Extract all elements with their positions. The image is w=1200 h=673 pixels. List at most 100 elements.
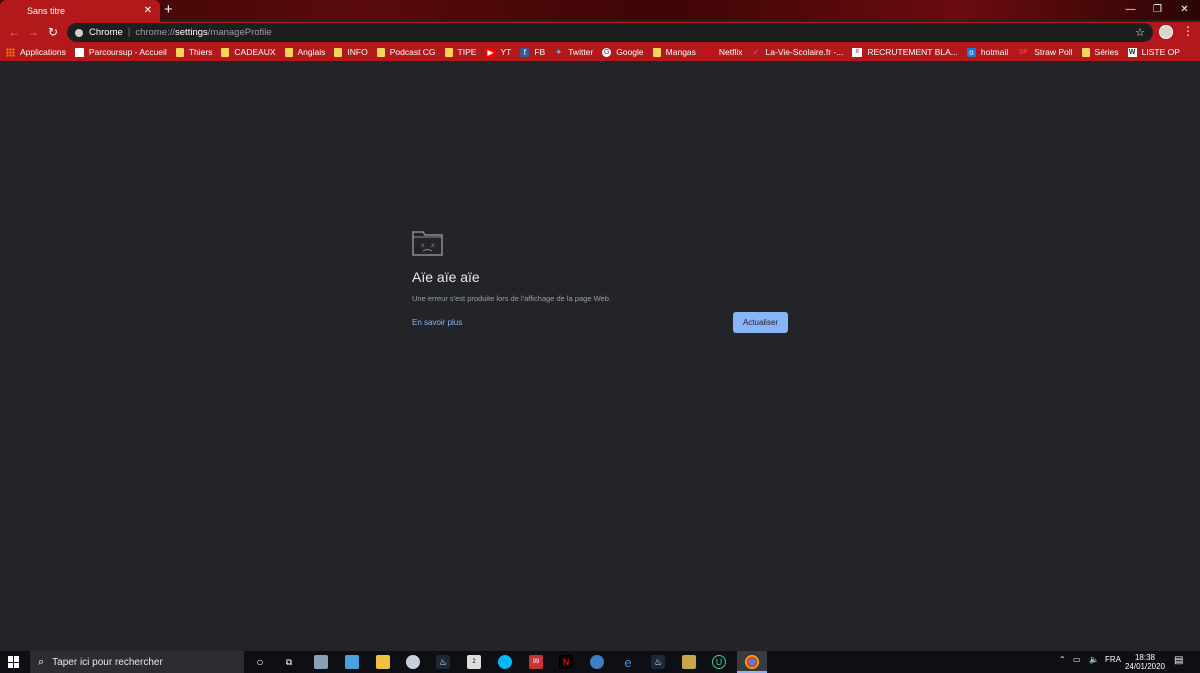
clock-time: 18:38 — [1134, 653, 1156, 662]
hm-icon: o — [966, 47, 976, 57]
rec-icon: R — [852, 47, 863, 57]
address-bar[interactable]: Chrome | chrome:// settings /manageProfi… — [67, 23, 1153, 42]
bookmark-label: CADEAUX — [234, 47, 276, 57]
bookmark-label: Google — [616, 47, 644, 57]
bookmark-label: Applications — [20, 47, 66, 57]
bookmark-item[interactable]: G Google — [602, 47, 644, 57]
folder-icon — [444, 47, 453, 57]
restore-button[interactable]: ❐ — [1144, 0, 1171, 18]
netflix-icon[interactable]: N — [559, 655, 573, 669]
url-scheme: chrome:// — [135, 27, 176, 38]
close-window-button[interactable]: ✕ — [1171, 0, 1198, 18]
bookmark-item[interactable]: Applications — [6, 47, 66, 57]
upwork-icon[interactable]: U — [712, 655, 726, 669]
folder-icon — [1081, 47, 1090, 57]
league-icon[interactable] — [682, 655, 696, 669]
url-host: settings — [175, 27, 208, 38]
minimize-button[interactable]: — — [1117, 0, 1144, 18]
taskbar-search-input[interactable]: ⌕ Taper ici pour rechercher — [30, 651, 244, 673]
app-icon-2[interactable] — [406, 655, 420, 669]
bookmark-label: Parcoursup - Accueil — [88, 47, 167, 57]
bookmark-item[interactable]: ▶ YT — [485, 47, 511, 57]
steam-icon-2[interactable]: ♨ — [651, 655, 665, 669]
tray-chevron-icon[interactable]: ⌃ — [1059, 655, 1066, 664]
bookmark-item[interactable]: Parcoursup - Accueil — [74, 47, 167, 57]
sad-folder-icon: x x — [412, 231, 443, 256]
ps-icon — [74, 47, 84, 57]
clock[interactable]: 18:38 24/01/2020 — [1124, 653, 1166, 671]
fb-icon: f — [520, 47, 530, 57]
folder-icon — [334, 47, 343, 57]
bookmark-label: Netflix — [718, 47, 743, 57]
url-path: /manageProfile — [207, 27, 272, 38]
steam-icon[interactable]: ♨ — [436, 655, 450, 669]
new-tab-button[interactable]: + — [164, 2, 173, 17]
edge-icon[interactable]: e — [621, 655, 635, 670]
network-icon[interactable]: ▭ — [1073, 655, 1081, 664]
app-badge: 99 — [532, 659, 540, 665]
bookmark-item[interactable]: W LISTE OP — [1127, 47, 1180, 57]
bookmark-item[interactable]: o hotmail — [966, 47, 1008, 57]
tab-active[interactable]: Sans titre ✕ — [0, 0, 160, 22]
nf-icon: N — [705, 46, 714, 58]
bookmarks-bar: Applications Parcoursup - Accueil Thiers CA… — [0, 43, 1200, 62]
bookmark-item[interactable]: R RECRUTEMENT BLA... — [852, 47, 958, 57]
app-badge-icon[interactable]: 99 — [529, 655, 543, 669]
cortana-icon[interactable]: ○ — [253, 655, 267, 669]
bookmark-item[interactable]: Thiers — [175, 47, 212, 57]
bookmark-star-icon[interactable]: ☆ — [1135, 26, 1145, 39]
bookmark-item[interactable]: CADEAUX — [221, 47, 276, 57]
folder-icon — [175, 47, 184, 57]
bookmark-item[interactable]: Anglais — [284, 47, 325, 57]
file-explorer-icon[interactable] — [376, 655, 390, 669]
app-icon-3[interactable] — [590, 655, 604, 669]
forward-button[interactable]: → — [24, 23, 42, 41]
menu-icon[interactable]: ⋮ — [1182, 24, 1194, 38]
bookmark-label: Séries — [1094, 47, 1119, 57]
bookmark-label: Mangas — [665, 47, 696, 57]
bookmark-item[interactable]: Mangas — [652, 47, 696, 57]
volume-icon[interactable]: 🔈 — [1089, 655, 1099, 664]
w-icon: W — [1127, 47, 1137, 57]
bookmark-item[interactable]: f FB — [520, 47, 545, 57]
search-icon: ⌕ — [38, 655, 45, 668]
folder-icon — [652, 47, 661, 57]
mail-icon[interactable]: 2 — [467, 655, 481, 669]
app-icon-1[interactable] — [314, 655, 328, 669]
language-indicator[interactable]: FRA — [1105, 655, 1121, 664]
sp-icon: SP — [1018, 48, 1028, 56]
bookmark-item[interactable]: Podcast CG — [376, 47, 436, 57]
url-separator: | — [127, 27, 131, 38]
bookmark-item[interactable]: TIPE — [444, 47, 477, 57]
folder-icon — [284, 47, 293, 57]
bookmark-item[interactable]: ✦ Twitter — [554, 47, 593, 57]
profile-avatar[interactable] — [1159, 25, 1173, 39]
bookmark-item[interactable]: SP Straw Poll — [1017, 47, 1073, 57]
bookmark-label: La-Vie-Scolaire.fr -... — [765, 47, 844, 57]
bookmark-label: INFO — [347, 47, 368, 57]
reload-button[interactable]: ↻ — [44, 23, 62, 41]
back-button[interactable]: ← — [5, 23, 23, 41]
search-placeholder: Taper ici pour rechercher — [52, 656, 163, 668]
task-view-icon[interactable]: ⧉ — [282, 655, 296, 669]
bookmark-item[interactable]: ✓ La-Vie-Scolaire.fr -... — [752, 47, 844, 57]
bookmark-label: Straw Poll — [1034, 47, 1073, 57]
bookmark-label: TIPE — [457, 47, 477, 57]
bookmark-item[interactable]: INFO — [334, 47, 368, 57]
bookmark-item[interactable]: N Netflix — [705, 47, 743, 57]
chrome-icon[interactable] — [745, 655, 759, 669]
folder-icon — [221, 47, 230, 57]
error-title: Aïe aïe aïe — [412, 269, 480, 285]
tab-close-icon[interactable]: ✕ — [144, 6, 152, 16]
bookmark-item[interactable]: Séries — [1081, 47, 1119, 57]
bookmark-label: YT — [500, 47, 512, 57]
mail-badge: 2 — [472, 659, 476, 665]
bookmark-label: Twitter — [568, 47, 594, 57]
reload-page-button[interactable]: Actualiser — [733, 312, 788, 333]
learn-more-link[interactable]: En savoir plus — [412, 318, 462, 327]
mail-app-icon[interactable] — [345, 655, 359, 669]
notification-icon[interactable]: ▤ — [1174, 655, 1183, 666]
windows-start-icon[interactable] — [8, 656, 20, 668]
logitech-icon[interactable] — [498, 655, 512, 669]
tw-icon: ✦ — [554, 46, 563, 57]
